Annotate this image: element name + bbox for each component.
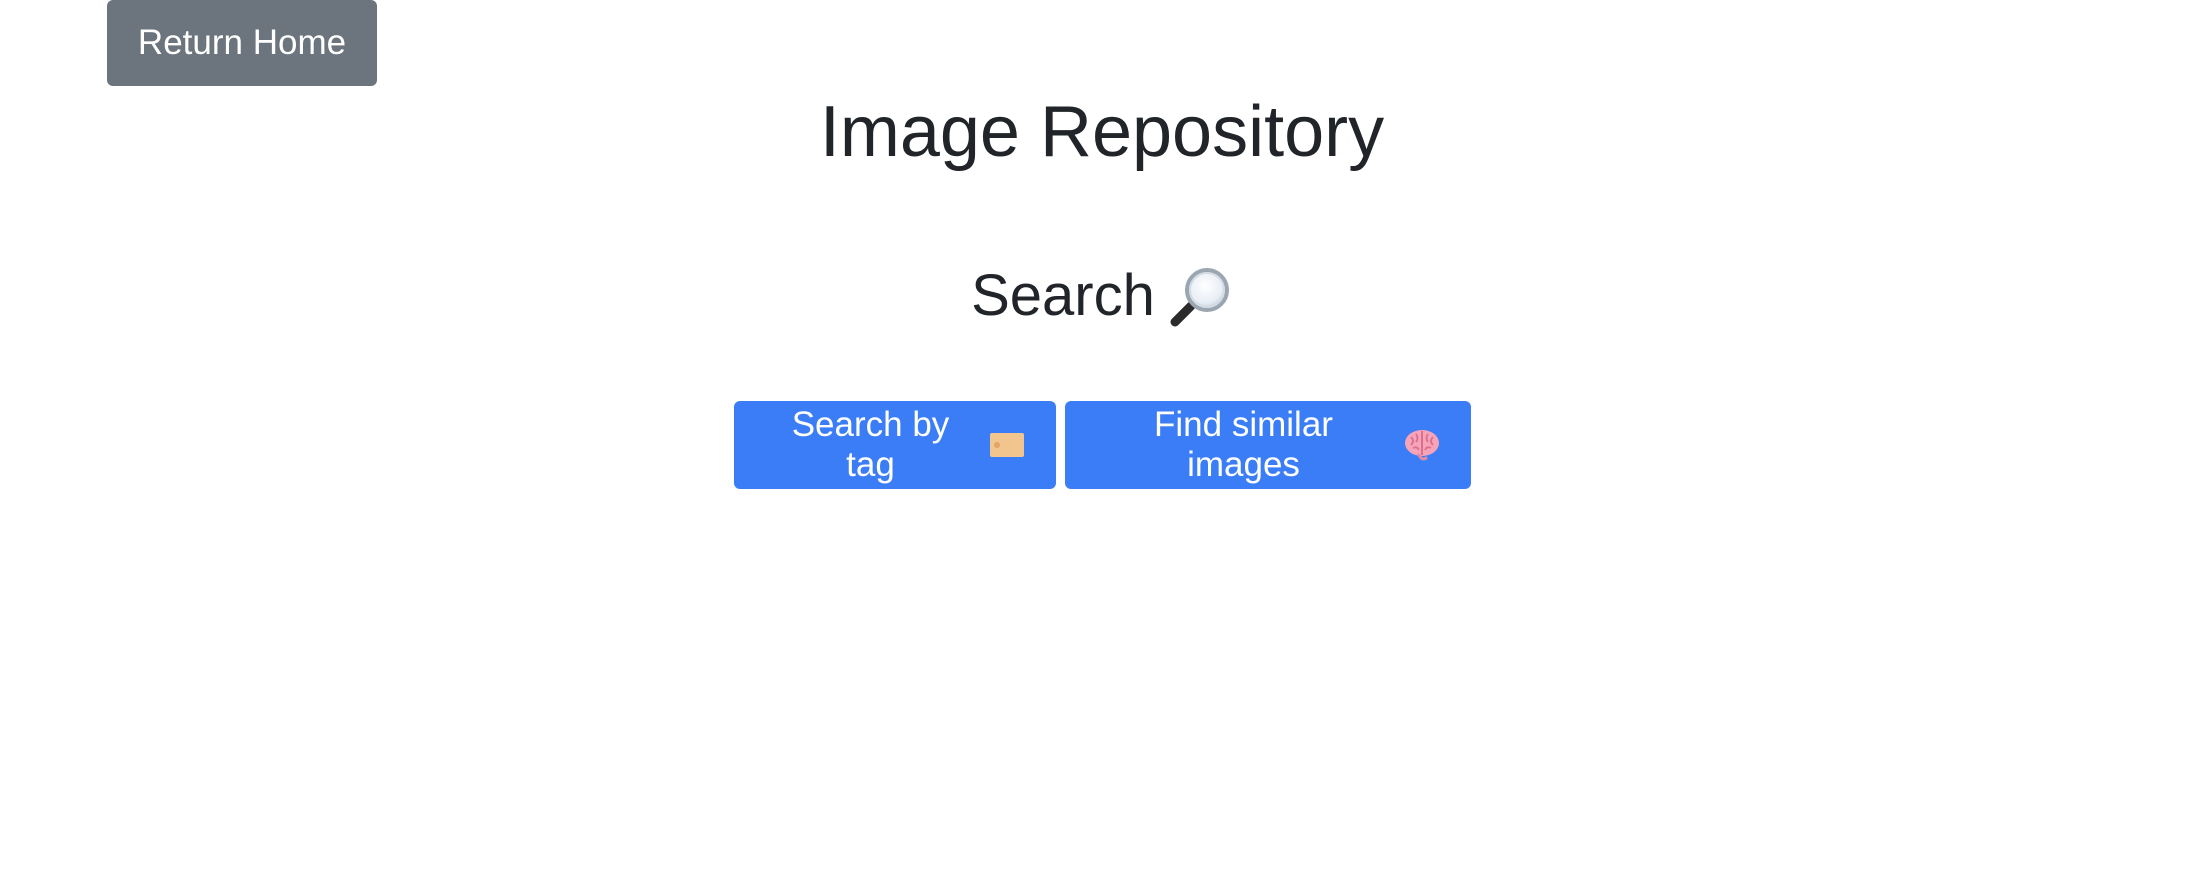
search-heading: Search — [0, 256, 2204, 336]
search-actions: Search by tag Find similar images — [0, 401, 2204, 489]
search-by-tag-button[interactable]: Search by tag — [733, 401, 1056, 489]
magnifying-glass-icon — [1169, 264, 1233, 328]
page-title: Image Repository — [819, 92, 1385, 172]
brain-icon — [1403, 428, 1441, 462]
find-similar-images-button[interactable]: Find similar images — [1064, 401, 1471, 489]
return-home-button[interactable]: Return Home — [107, 0, 377, 86]
label-tag-icon — [988, 431, 1026, 459]
search-by-tag-label: Search by tag — [791, 405, 950, 484]
find-similar-images-label: Find similar images — [1154, 405, 1333, 484]
search-heading-label: Search — [971, 263, 1155, 328]
